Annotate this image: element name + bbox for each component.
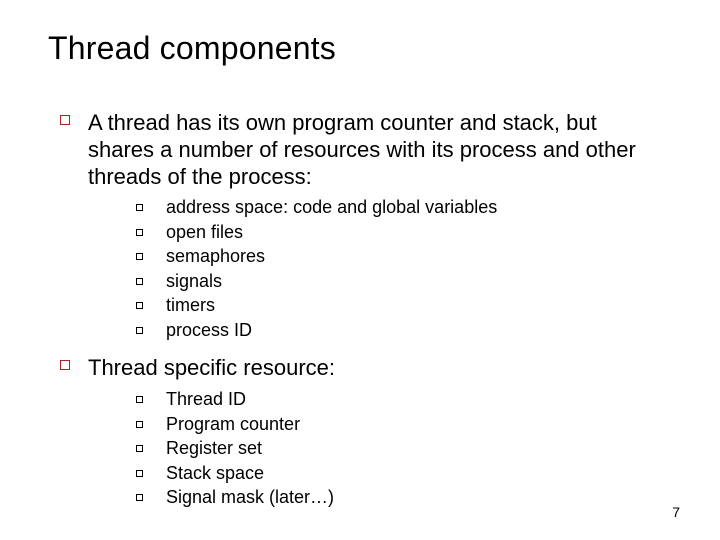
square-bullet-small-icon xyxy=(136,253,166,260)
square-bullet-small-icon xyxy=(136,421,166,428)
sub-bullet-text: open files xyxy=(166,221,243,244)
sub-bullet-text: Register set xyxy=(166,437,262,460)
bullet-level2: process ID xyxy=(136,319,660,342)
square-bullet-outline-icon xyxy=(60,110,88,190)
bullet-level2: address space: code and global variables xyxy=(136,196,660,219)
square-bullet-small-icon xyxy=(136,327,166,334)
sublist: Thread ID Program counter Register set S… xyxy=(136,388,660,509)
bullet-text: A thread has its own program counter and… xyxy=(88,110,660,190)
square-bullet-small-icon xyxy=(136,396,166,403)
square-bullet-outline-icon xyxy=(60,355,88,382)
sub-bullet-text: Signal mask (later…) xyxy=(166,486,334,509)
bullet-level1: A thread has its own program counter and… xyxy=(60,110,660,190)
square-bullet-small-icon xyxy=(136,278,166,285)
square-bullet-small-icon xyxy=(136,229,166,236)
bullet-level2: semaphores xyxy=(136,245,660,268)
square-bullet-small-icon xyxy=(136,494,166,501)
slide-title: Thread components xyxy=(48,30,336,67)
sub-bullet-text: address space: code and global variables xyxy=(166,196,497,219)
bullet-text: Thread specific resource: xyxy=(88,355,335,382)
bullet-level2: Register set xyxy=(136,437,660,460)
bullet-level2: signals xyxy=(136,270,660,293)
page-number: 7 xyxy=(672,504,680,520)
bullet-level2: Stack space xyxy=(136,462,660,485)
bullet-level1: Thread specific resource: xyxy=(60,355,660,382)
sub-bullet-text: Program counter xyxy=(166,413,300,436)
sub-bullet-text: semaphores xyxy=(166,245,265,268)
bullet-level2: Program counter xyxy=(136,413,660,436)
square-bullet-small-icon xyxy=(136,204,166,211)
bullet-level2: Thread ID xyxy=(136,388,660,411)
sub-bullet-text: Stack space xyxy=(166,462,264,485)
bullet-level2: open files xyxy=(136,221,660,244)
slide-body: A thread has its own program counter and… xyxy=(60,110,660,523)
sublist: address space: code and global variables… xyxy=(136,196,660,341)
slide: Thread components A thread has its own p… xyxy=(0,0,720,540)
bullet-level2: Signal mask (later…) xyxy=(136,486,660,509)
sub-bullet-text: process ID xyxy=(166,319,252,342)
bullet-level2: timers xyxy=(136,294,660,317)
sub-bullet-text: Thread ID xyxy=(166,388,246,411)
sub-bullet-text: timers xyxy=(166,294,215,317)
square-bullet-small-icon xyxy=(136,470,166,477)
square-bullet-small-icon xyxy=(136,302,166,309)
sub-bullet-text: signals xyxy=(166,270,222,293)
square-bullet-small-icon xyxy=(136,445,166,452)
